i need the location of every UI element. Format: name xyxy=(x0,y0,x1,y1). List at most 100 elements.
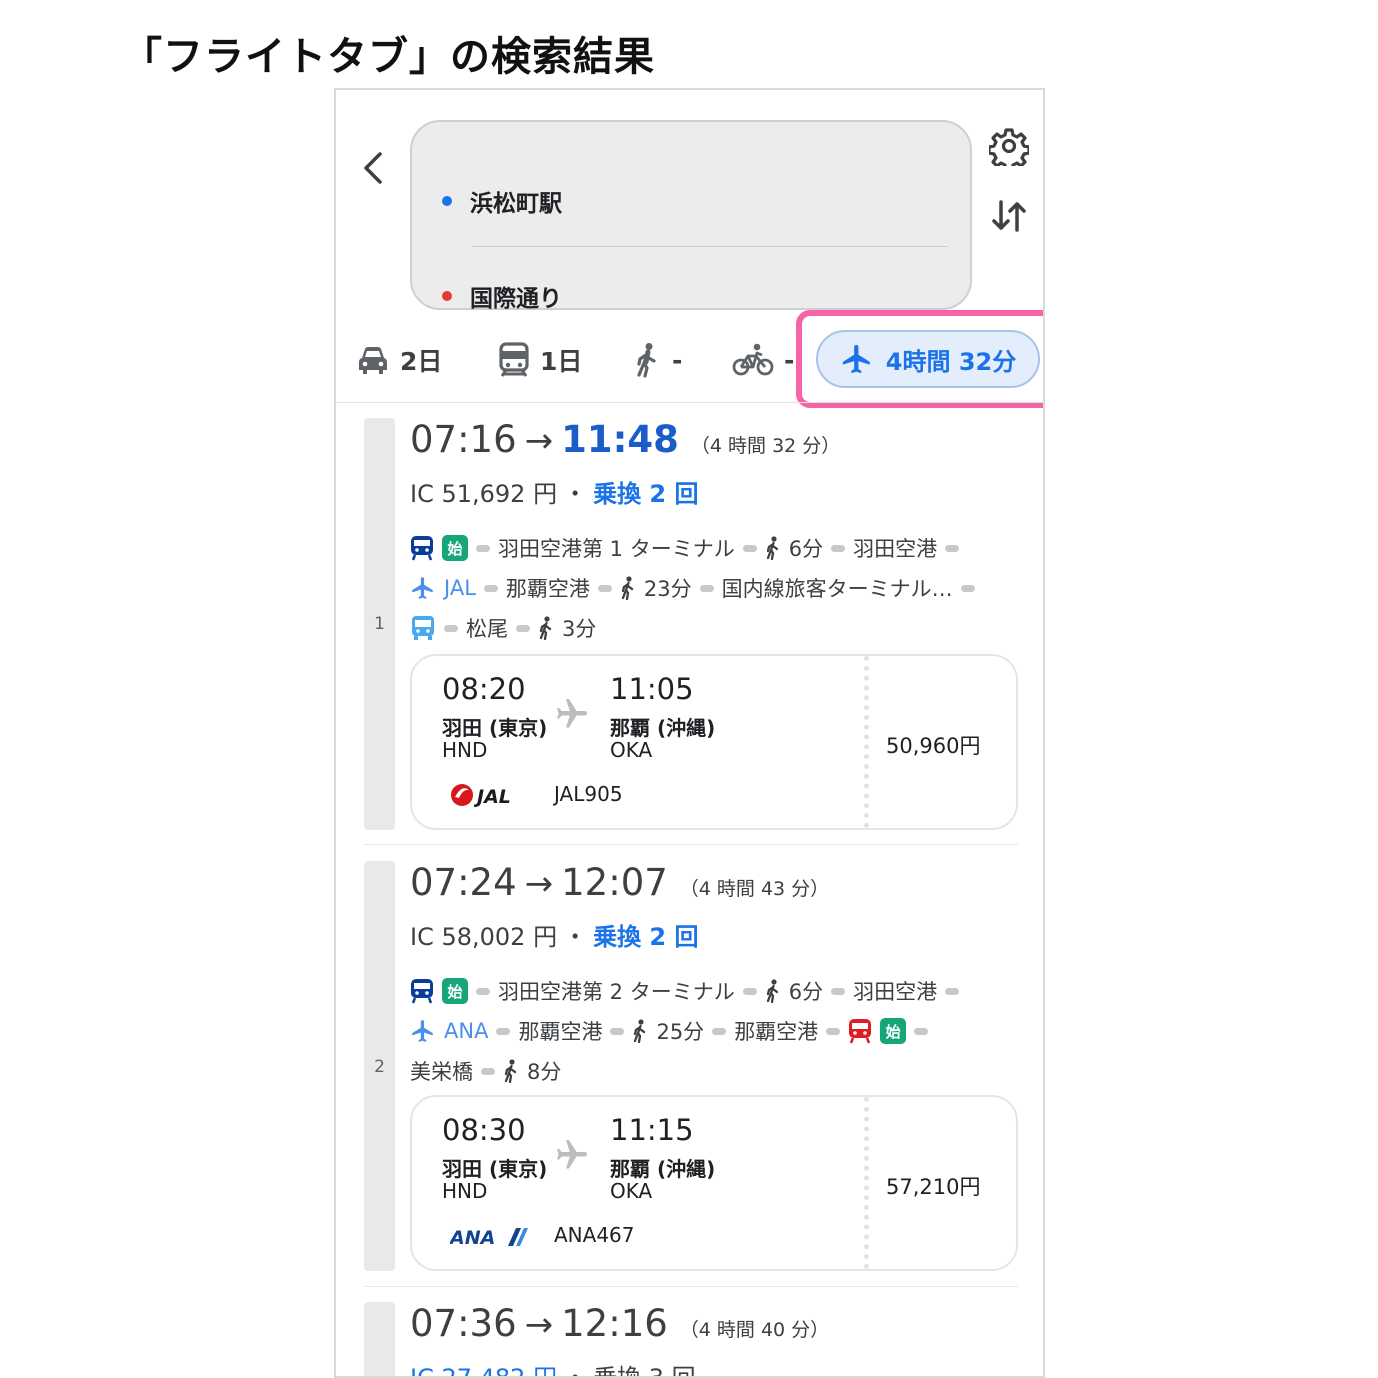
monorail-icon xyxy=(848,1018,872,1044)
dash xyxy=(831,544,846,552)
origin-field[interactable]: 浜松町駅 xyxy=(442,184,562,218)
jal-logo: JAL xyxy=(450,780,530,810)
dash xyxy=(914,1027,929,1035)
dash xyxy=(597,584,612,592)
origin-label: 浜松町駅 xyxy=(470,191,562,217)
tab-walk-label: - xyxy=(672,345,683,375)
destination-field[interactable]: 国際通り xyxy=(442,279,562,313)
flight-arrival-time: 11:15 xyxy=(610,1113,694,1147)
dash xyxy=(610,1027,625,1035)
dash xyxy=(945,544,960,552)
route-input-box: 浜松町駅 国際通り xyxy=(410,120,972,313)
flight-price: 50,960円 xyxy=(886,734,981,758)
dash xyxy=(960,584,975,592)
station-name: 国内線旅客ターミナル… xyxy=(721,577,953,601)
dash xyxy=(481,1067,495,1075)
walk-duration: 23分 xyxy=(643,577,692,601)
airline-name: JAL xyxy=(444,576,476,600)
arrow-right-icon: → xyxy=(524,1305,554,1345)
train-icon xyxy=(499,342,529,377)
fare-summary: IC 58,002 円・乗換 2 回 xyxy=(410,917,699,952)
separator: ・ xyxy=(563,1364,588,1378)
tab-transit-label: 1日 xyxy=(540,347,583,376)
tab-car[interactable]: 2日 xyxy=(356,340,442,380)
ana-logo-text: ANA xyxy=(450,1227,495,1249)
duration: （4 時間 40 分） xyxy=(679,1319,830,1341)
flight-departure-airport: 羽田 (東京) xyxy=(442,1157,548,1181)
ticket-perforation xyxy=(864,1097,869,1269)
fare: IC 27,482 円 xyxy=(410,1364,558,1378)
swap-route-button[interactable] xyxy=(989,196,1029,236)
dash xyxy=(742,987,757,995)
result-divider xyxy=(364,1286,1018,1287)
duration: （4 時間 43 分） xyxy=(679,878,830,900)
fare: IC 58,002 円 xyxy=(410,923,558,951)
station-name: 羽田空港第 1 ターミナル xyxy=(498,537,735,561)
walking-icon xyxy=(632,1019,648,1043)
flight-card[interactable]: 08:30 羽田 (東京) HND 11:15 那覇 (沖縄) OKA ANA … xyxy=(410,1095,1018,1271)
tab-flight-label: 4時間 32分 xyxy=(885,347,1017,376)
walk-duration: 3分 xyxy=(562,617,597,641)
flight-departure-code: HND xyxy=(442,738,488,762)
destination-label: 国際通り xyxy=(470,286,562,312)
flight-card[interactable]: 08:20 羽田 (東京) HND 11:05 那覇 (沖縄) OKA JAL … xyxy=(410,654,1018,830)
separator: ・ xyxy=(563,923,588,951)
tab-transit[interactable]: 1日 xyxy=(498,340,582,380)
dash xyxy=(476,987,490,995)
airplane-icon xyxy=(410,1018,436,1044)
train-icon xyxy=(410,535,434,561)
flight-departure-time: 08:20 xyxy=(442,672,526,706)
dash xyxy=(476,544,490,552)
fare: IC 51,692 円 xyxy=(410,480,558,508)
origin-badge: 始 xyxy=(880,1018,907,1044)
flight-price: 57,210円 xyxy=(886,1175,981,1199)
back-button[interactable] xyxy=(358,148,388,188)
station-name: 那覇空港 xyxy=(518,1020,603,1044)
arrival-time: 12:16 xyxy=(561,1302,668,1345)
route-steps: 始 羽田空港第 2 ターミナル 6分 羽田空港 ANA 那覇空港 25分 那覇空… xyxy=(410,971,960,1091)
dash xyxy=(496,1027,511,1035)
walking-icon xyxy=(637,343,656,378)
walk-duration: 25分 xyxy=(656,1020,705,1044)
departure-time: 07:24 xyxy=(410,861,517,904)
chevron-left-icon xyxy=(364,152,382,184)
route-result-3[interactable]: 07:36 → 12:16 （4 時間 40 分） IC 27,482 円・乗換… xyxy=(364,1302,1018,1378)
origin-dot-icon xyxy=(442,196,452,206)
walk-duration: 6分 xyxy=(788,537,824,561)
train-icon xyxy=(410,978,434,1004)
flight-arrival-airport: 那覇 (沖縄) xyxy=(610,1157,716,1181)
arrow-right-icon: → xyxy=(524,421,554,461)
airplane-icon xyxy=(410,575,436,601)
fare-summary: IC 51,692 円・乗換 2 回 xyxy=(410,474,699,509)
route-search-screen: 浜松町駅 国際通り 2日 1日 - - 4時間 32分 1 07:16 → 11… xyxy=(334,88,1045,1378)
flight-number: ANA467 xyxy=(554,1223,635,1247)
walking-icon xyxy=(620,576,636,600)
flight-arrival-code: OKA xyxy=(610,1179,653,1203)
dash xyxy=(826,1027,841,1035)
station-name: 羽田空港第 2 ターミナル xyxy=(498,980,735,1004)
gear-icon xyxy=(987,128,1031,172)
result-index: 2 xyxy=(374,1057,385,1077)
dash xyxy=(516,624,530,632)
time-summary: 07:36 → 12:16 （4 時間 40 分） xyxy=(410,1302,829,1345)
transfer-count: 乗換 3 回 xyxy=(593,1364,696,1378)
flight-arrival-time: 11:05 xyxy=(610,672,694,706)
dash xyxy=(831,987,846,995)
result-index: 1 xyxy=(374,614,385,634)
departure-time: 07:16 xyxy=(410,418,517,461)
walking-icon xyxy=(765,536,781,560)
settings-button[interactable] xyxy=(987,126,1031,172)
tab-bicycle-label: - xyxy=(784,345,795,375)
departure-time: 07:36 xyxy=(410,1302,517,1345)
tab-bicycle[interactable]: - xyxy=(732,340,794,380)
flight-departure-code: HND xyxy=(442,1179,488,1203)
tab-flight[interactable]: 4時間 32分 xyxy=(816,330,1040,388)
route-result-1[interactable]: 1 07:16 → 11:48 （4 時間 32 分） IC 51,692 円・… xyxy=(364,418,1018,830)
route-result-2[interactable]: 2 07:24 → 12:07 （4 時間 43 分） IC 58,002 円・… xyxy=(364,861,1018,1271)
station-name: 羽田空港 xyxy=(853,980,938,1004)
separator: ・ xyxy=(563,480,588,508)
time-summary: 07:16 → 11:48 （4 時間 32 分） xyxy=(410,418,840,461)
swap-arrows-icon xyxy=(992,200,1026,232)
airplane-icon xyxy=(554,696,590,736)
tab-walk[interactable]: - xyxy=(634,340,682,380)
